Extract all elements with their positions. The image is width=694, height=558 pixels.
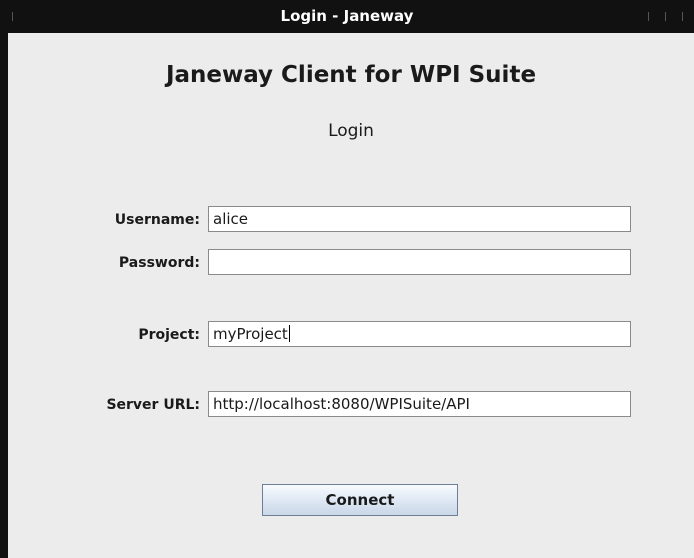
project-field[interactable]: myProject [208, 321, 631, 347]
app-title: Janeway Client for WPI Suite [165, 62, 537, 88]
title-bar-grip [665, 12, 666, 21]
project-label: Project: [138, 327, 200, 343]
connect-button[interactable]: Connect [262, 484, 458, 516]
password-label: Password: [118, 255, 200, 271]
login-window: Login - Janeway Janeway Client for WPI S… [0, 0, 694, 558]
server-url-field[interactable]: http://localhost:8080/WPISuite/API [208, 391, 631, 417]
title-bar-grip [682, 12, 683, 21]
username-label: Username: [114, 212, 200, 228]
project-field-value: myProject [213, 325, 288, 343]
title-bar-grip [648, 12, 649, 21]
password-field[interactable] [208, 249, 631, 275]
username-field[interactable]: alice [208, 206, 631, 232]
title-bar[interactable]: Login - Janeway [0, 0, 694, 33]
window-title: Login - Janeway [280, 7, 414, 25]
text-caret [288, 325, 290, 342]
server-url-label: Server URL: [106, 397, 200, 413]
login-heading: Login [328, 121, 374, 141]
